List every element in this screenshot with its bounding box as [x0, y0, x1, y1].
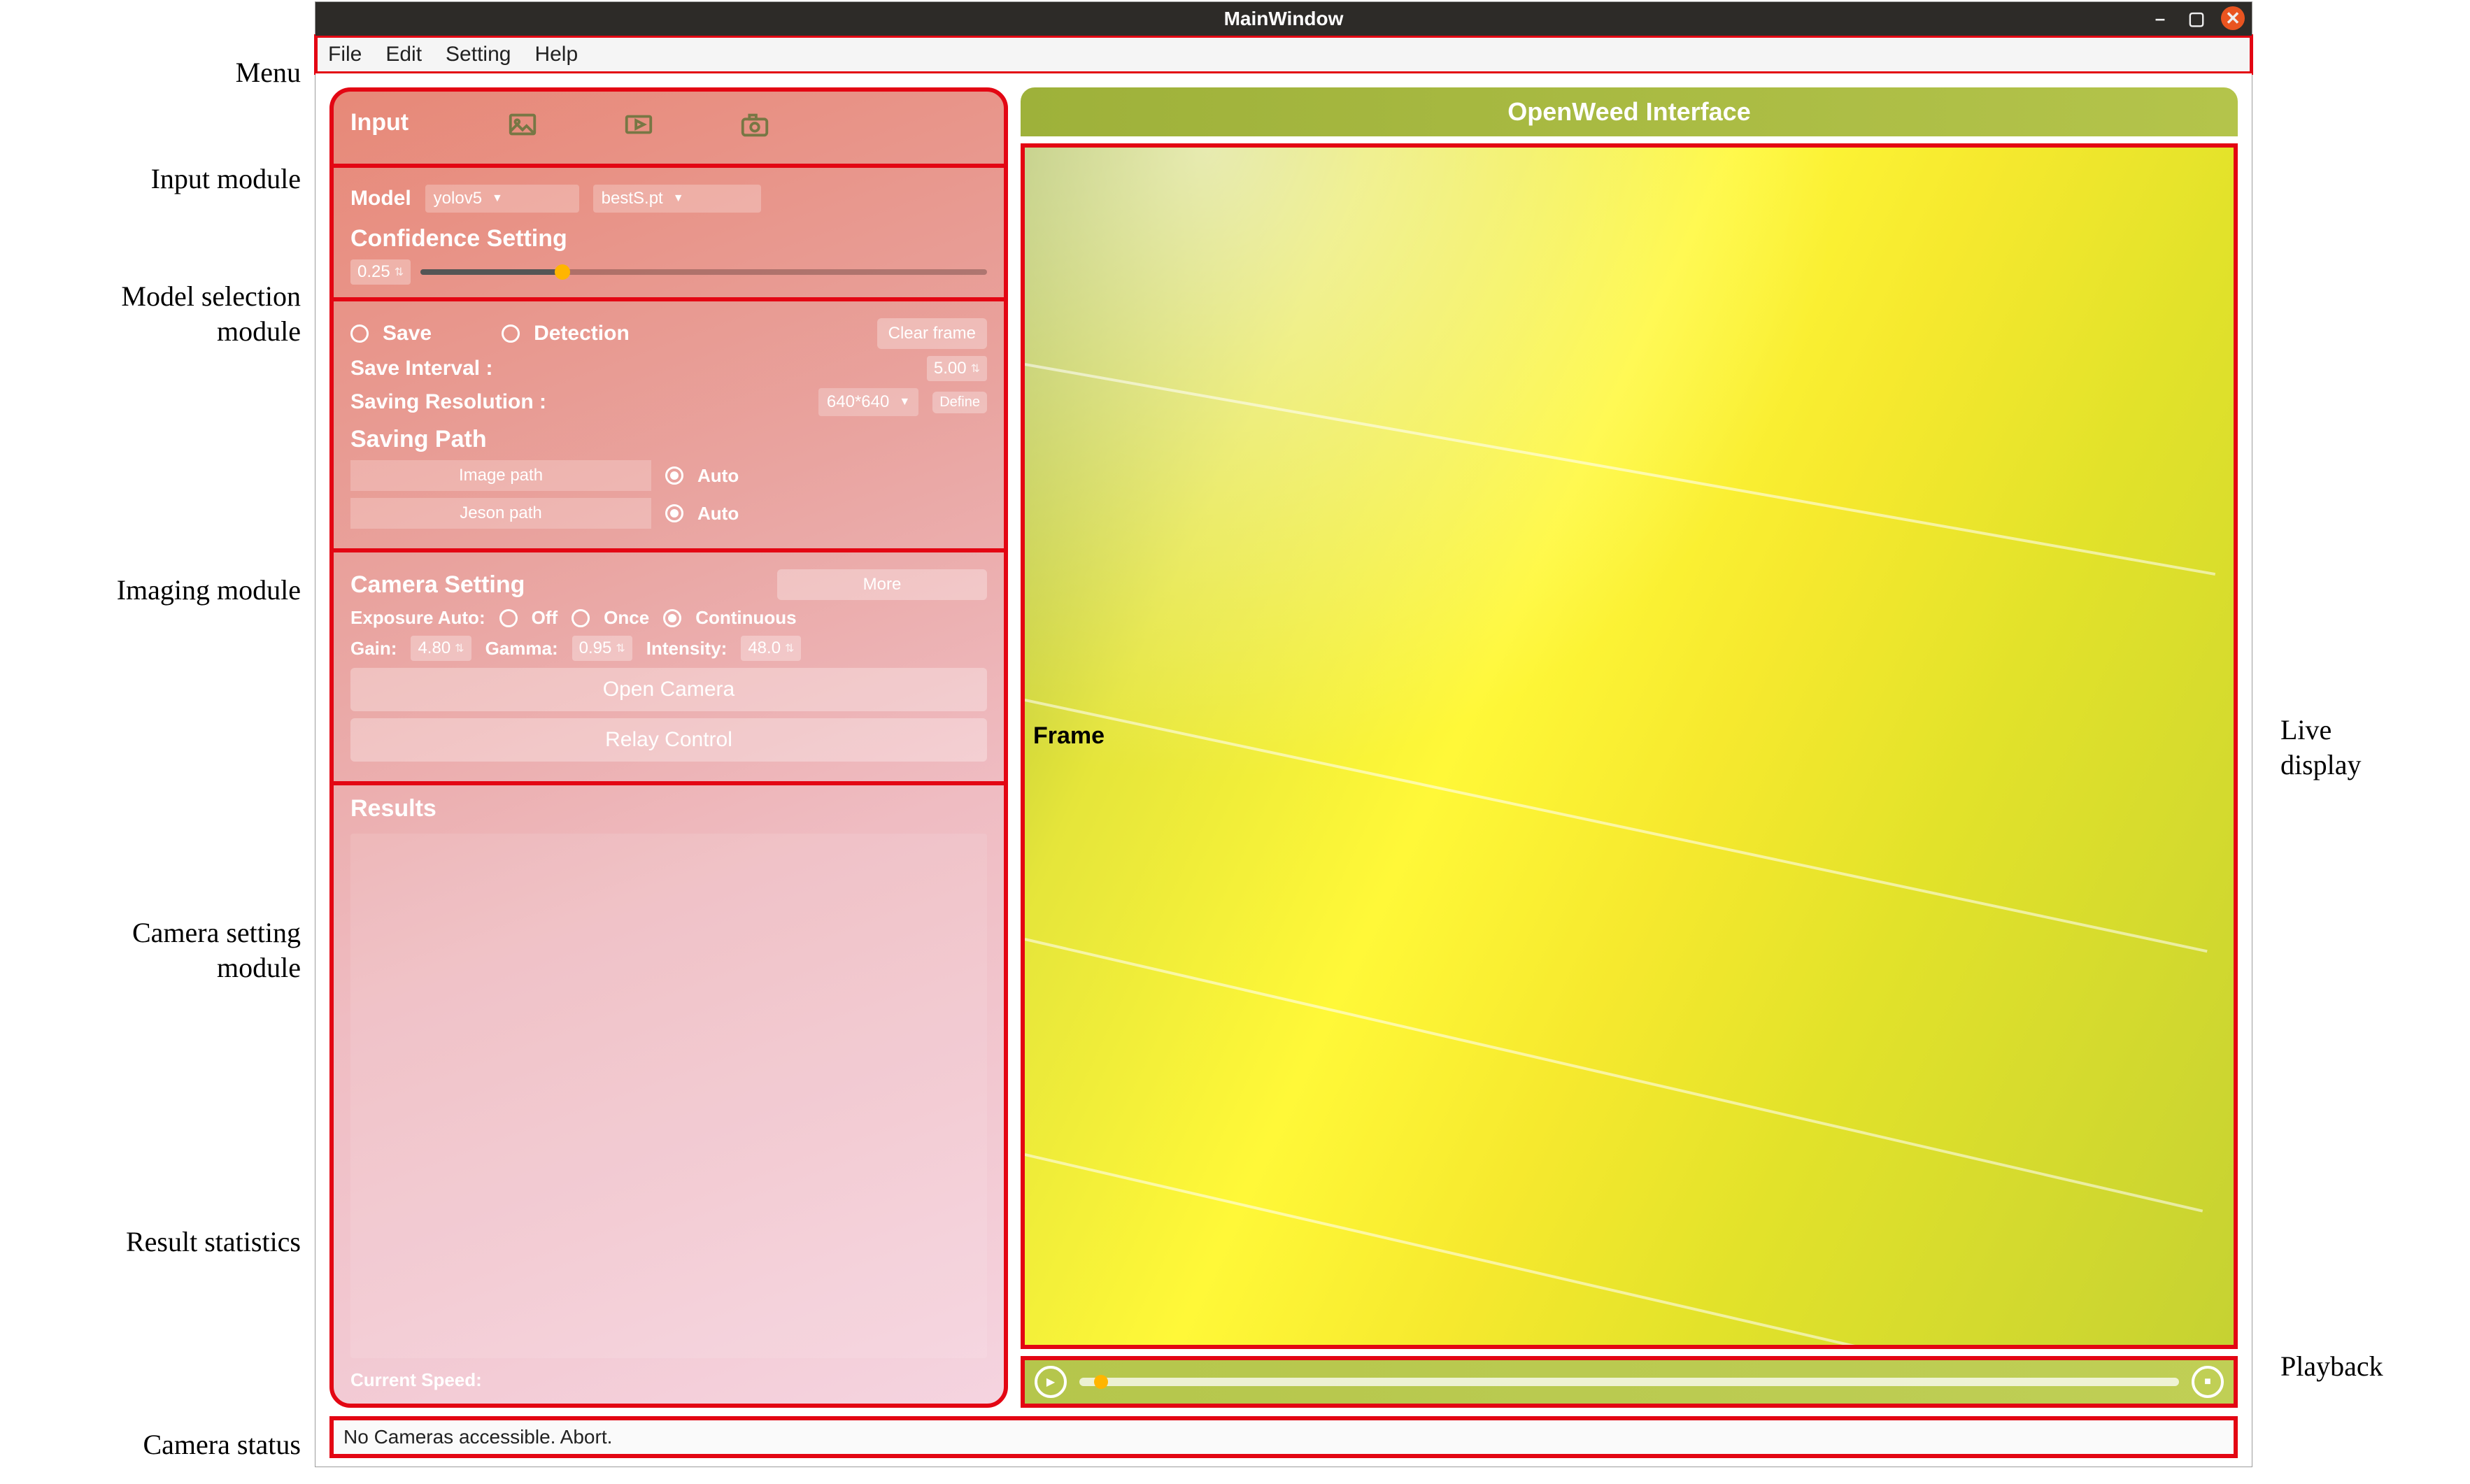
playback-slider[interactable] [1079, 1378, 2179, 1386]
play-button[interactable]: ▶ [1035, 1366, 1067, 1398]
model-arch-dropdown[interactable]: yolov5 [425, 185, 579, 213]
model-selection-module: Model yolov5 bestS.pt Confidence Setting… [329, 164, 1008, 301]
exposure-continuous-label: Continuous [695, 607, 796, 629]
exposure-once-label: Once [604, 607, 649, 629]
status-text: No Cameras accessible. Abort. [343, 1426, 612, 1448]
playback-bar: ▶ ■ [1021, 1356, 2238, 1408]
menu-setting[interactable]: Setting [446, 43, 511, 66]
save-interval-label: Save Interval : [350, 357, 492, 380]
annotation-input-module: Input module [7, 162, 301, 195]
titlebar: MainWindow – ▢ ✕ [315, 2, 2252, 36]
frame-label: Frame [1033, 722, 1105, 750]
clear-frame-button[interactable]: Clear frame [877, 318, 987, 349]
image-icon[interactable] [506, 108, 539, 144]
intensity-spinbox[interactable]: 48.0 [741, 636, 801, 661]
confidence-heading: Confidence Setting [350, 225, 987, 252]
saving-resolution-dropdown[interactable]: 640*640 [818, 388, 918, 416]
exposure-label: Exposure Auto: [350, 607, 485, 629]
exposure-off-label: Off [532, 607, 558, 629]
annotation-camera-l1: Camera setting [7, 916, 301, 949]
annotation-model-l1: Model selection [7, 280, 301, 313]
annotation-menu: Menu [7, 56, 301, 89]
menu-bar: File Edit Setting Help [315, 36, 2252, 73]
jeson-path-input[interactable]: Jeson path [350, 498, 651, 529]
input-heading: Input [350, 109, 409, 136]
exposure-off-radio[interactable] [499, 609, 518, 627]
camera-more-button[interactable]: More [777, 569, 987, 600]
status-bar: No Cameras accessible. Abort. [329, 1416, 2238, 1458]
camera-setting-module: Camera Setting More Exposure Auto: Off O… [329, 548, 1008, 785]
gain-spinbox[interactable]: 4.80 [411, 636, 471, 661]
window-maximize-button[interactable]: ▢ [2185, 6, 2208, 30]
results-heading: Results [350, 795, 987, 822]
annotation-results: Result statistics [7, 1225, 301, 1258]
gamma-spinbox[interactable]: 0.95 [572, 636, 632, 661]
save-label: Save [383, 322, 432, 345]
open-camera-button[interactable]: Open Camera [350, 668, 987, 711]
confidence-spinbox[interactable]: 0.25 [350, 259, 411, 285]
save-radio[interactable] [350, 324, 369, 343]
define-button[interactable]: Define [932, 392, 987, 413]
interface-title: OpenWeed Interface [1021, 87, 2238, 136]
window-close-button[interactable]: ✕ [2221, 6, 2245, 30]
camera-heading: Camera Setting [350, 571, 525, 599]
annotation-playback: Playback [2280, 1350, 2383, 1383]
saving-resolution-label: Saving Resolution : [350, 390, 546, 414]
intensity-label: Intensity: [646, 638, 727, 659]
annotation-live-l2: display [2280, 748, 2362, 781]
model-heading: Model [350, 187, 411, 211]
imaging-module: Save Detection Clear frame Save Interval… [329, 297, 1008, 552]
video-icon[interactable] [623, 108, 655, 144]
annotation-imaging: Imaging module [7, 573, 301, 606]
input-module: Input [329, 87, 1008, 168]
annotation-live-l1: Live [2280, 713, 2331, 746]
gamma-label: Gamma: [485, 638, 558, 659]
current-speed-label: Current Speed: [350, 1369, 987, 1391]
menu-edit[interactable]: Edit [385, 43, 422, 66]
exposure-continuous-radio[interactable] [663, 609, 681, 627]
save-interval-spinbox[interactable]: 5.00 [927, 356, 987, 381]
menu-help[interactable]: Help [534, 43, 578, 66]
exposure-once-radio[interactable] [572, 609, 590, 627]
gain-label: Gain: [350, 638, 397, 659]
relay-control-button[interactable]: Relay Control [350, 718, 987, 762]
saving-path-heading: Saving Path [350, 426, 987, 453]
jeson-path-auto-label: Auto [697, 503, 739, 525]
stop-button[interactable]: ■ [2192, 1366, 2224, 1398]
live-display: Frame [1021, 143, 2238, 1349]
image-path-auto-radio[interactable] [665, 466, 683, 485]
window-title: MainWindow [1224, 8, 1344, 30]
annotation-camera-l2: module [7, 951, 301, 984]
model-weights-dropdown[interactable]: bestS.pt [593, 185, 761, 213]
main-window: MainWindow – ▢ ✕ File Edit Setting Help … [315, 1, 2252, 1467]
image-path-input[interactable]: Image path [350, 460, 651, 491]
results-module: Results Current Speed: [329, 781, 1008, 1408]
menu-file[interactable]: File [328, 43, 362, 66]
settings-sidebar: Input Model yolov5 bestS.pt [329, 87, 1008, 1408]
jeson-path-auto-radio[interactable] [665, 504, 683, 522]
camera-icon[interactable] [739, 108, 771, 144]
results-textarea [350, 834, 987, 1358]
confidence-slider[interactable] [420, 269, 987, 275]
window-minimize-button[interactable]: – [2148, 6, 2172, 30]
detection-label: Detection [534, 322, 630, 345]
annotation-camera-status: Camera status [7, 1428, 301, 1461]
image-path-auto-label: Auto [697, 465, 739, 487]
annotation-model-l2: module [7, 315, 301, 348]
detection-radio[interactable] [502, 324, 520, 343]
